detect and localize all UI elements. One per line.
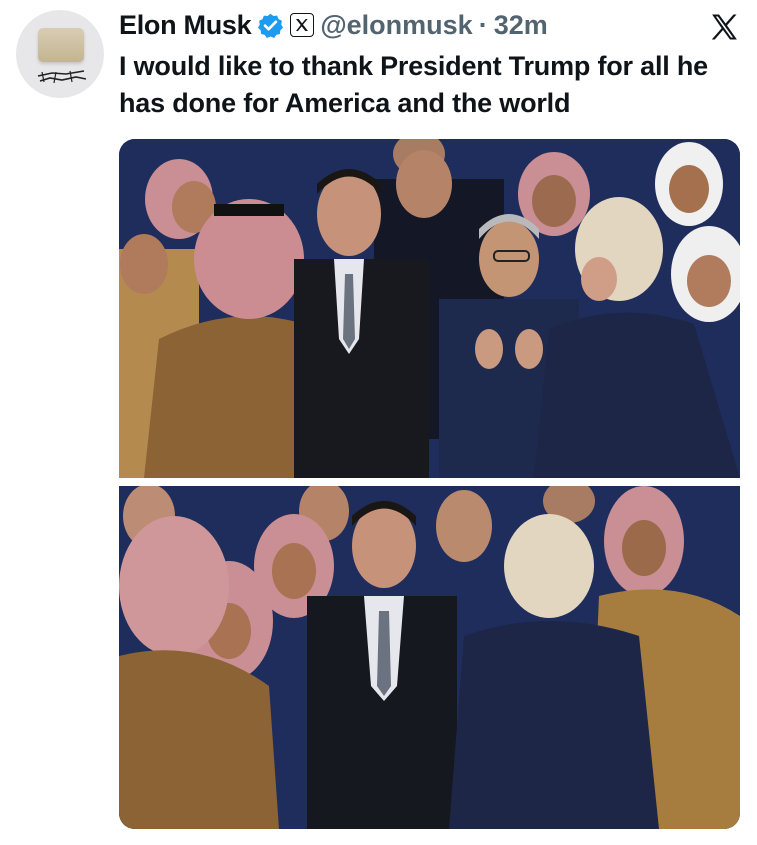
- avatar[interactable]: [16, 10, 104, 98]
- avatar-scribble-logo: [37, 70, 87, 84]
- photo-2-scene: [119, 486, 740, 829]
- x-logo-icon[interactable]: [709, 12, 739, 42]
- tweet-header: Elon Musk @elonmusk · 32m: [119, 8, 548, 42]
- verified-badge-icon: [258, 13, 284, 38]
- x-affiliate-icon[interactable]: [290, 13, 315, 37]
- tweet-photo-2[interactable]: [119, 486, 740, 829]
- photo-1-scene: [119, 139, 740, 478]
- author-name[interactable]: Elon Musk: [119, 10, 252, 41]
- author-handle[interactable]: @elonmusk: [320, 10, 472, 41]
- tweet-photo-1[interactable]: [119, 139, 740, 478]
- tweet-text: I would like to thank President Trump fo…: [119, 51, 708, 118]
- avatar-box-image: [38, 28, 84, 62]
- separator-dot: ·: [478, 9, 488, 40]
- post-time[interactable]: 32m: [494, 10, 548, 41]
